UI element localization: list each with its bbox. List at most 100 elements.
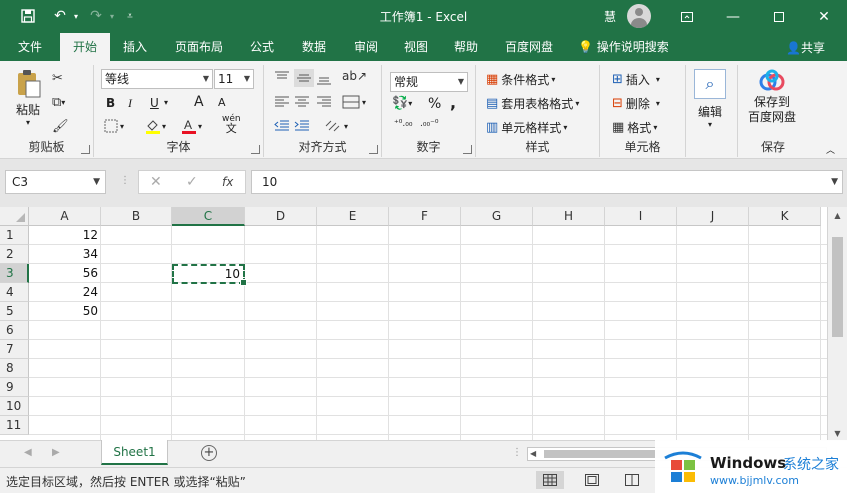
- vertical-scroll-thumb[interactable]: [832, 237, 843, 337]
- column-header-i[interactable]: I: [605, 207, 677, 226]
- cell-c3-selected[interactable]: 10: [172, 264, 247, 286]
- tab-baidu[interactable]: 百度网盘: [496, 33, 562, 61]
- align-left-icon[interactable]: [274, 95, 290, 109]
- alignment-launcher-icon[interactable]: [369, 145, 378, 154]
- grow-font-button[interactable]: A: [194, 94, 204, 110]
- tab-home[interactable]: 开始: [60, 33, 110, 61]
- format-cells-button[interactable]: ▦ 格式 ▾: [612, 119, 657, 136]
- customize-qa-icon[interactable]: ⩡: [120, 6, 140, 26]
- share-button[interactable]: 👤共享: [786, 39, 825, 56]
- column-header-d[interactable]: D: [245, 207, 317, 226]
- editing-button[interactable]: ⌕ 编辑 ▾: [694, 69, 726, 129]
- tab-page-layout[interactable]: 页面布局: [166, 33, 232, 61]
- format-as-table-button[interactable]: ▤ 套用表格格式 ▾: [486, 95, 579, 112]
- collapse-ribbon-icon[interactable]: ︿: [826, 143, 835, 156]
- row-header-4[interactable]: 4: [0, 283, 29, 302]
- borders-icon[interactable]: ▾: [104, 119, 124, 133]
- column-header-a[interactable]: A: [29, 207, 101, 226]
- cell-a3[interactable]: 56: [29, 264, 101, 283]
- row-header-9[interactable]: 9: [0, 378, 29, 397]
- save-to-baidu-button[interactable]: 保存到 百度网盘: [748, 69, 796, 125]
- number-format-select[interactable]: 常规 ▼: [390, 72, 468, 92]
- cell-a5[interactable]: 50: [29, 302, 101, 321]
- scroll-down-icon[interactable]: ▼: [828, 429, 847, 438]
- row-header-5[interactable]: 5: [0, 302, 29, 321]
- row-header-1[interactable]: 1: [0, 226, 29, 245]
- cut-icon[interactable]: ✂: [52, 71, 63, 86]
- number-launcher-icon[interactable]: [463, 145, 472, 154]
- decrease-decimal-icon[interactable]: .₀₀⁻⁰: [420, 119, 438, 129]
- font-launcher-icon[interactable]: [251, 145, 260, 154]
- tab-help[interactable]: 帮助: [444, 33, 488, 61]
- ribbon-display-icon[interactable]: [664, 0, 710, 33]
- close-icon[interactable]: ✕: [801, 0, 847, 33]
- align-bottom-icon[interactable]: [316, 71, 332, 85]
- cell-a4[interactable]: 24: [29, 283, 101, 302]
- insert-cells-button[interactable]: ⊞ 插入 ▾: [612, 71, 660, 88]
- normal-view-icon[interactable]: [536, 471, 564, 489]
- page-layout-view-icon[interactable]: [578, 471, 606, 489]
- vertical-scrollbar[interactable]: ▲ ▼: [827, 207, 847, 440]
- underline-button[interactable]: U: [150, 96, 159, 110]
- comma-button[interactable]: ,: [450, 93, 456, 112]
- row-header-3[interactable]: 3: [0, 264, 29, 283]
- decrease-indent-icon[interactable]: [274, 119, 290, 133]
- shrink-font-button[interactable]: A: [218, 96, 226, 109]
- expand-formula-icon[interactable]: ▼: [831, 171, 838, 193]
- copy-icon[interactable]: ⧉ ▾: [52, 95, 65, 110]
- tell-me-search[interactable]: 💡 操作说明搜索: [578, 33, 686, 61]
- align-middle-icon[interactable]: [294, 69, 314, 87]
- column-header-h[interactable]: H: [533, 207, 605, 226]
- column-header-k[interactable]: K: [749, 207, 821, 226]
- worksheet-grid[interactable]: A B C D E F G H I J K 1 2 3 4 5 6 7 8 9 …: [0, 207, 847, 440]
- bold-button[interactable]: B: [106, 96, 115, 110]
- cell-a2[interactable]: 34: [29, 245, 101, 264]
- align-center-icon[interactable]: [294, 95, 310, 109]
- minimize-icon[interactable]: —: [710, 0, 756, 33]
- tab-formulas[interactable]: 公式: [240, 33, 284, 61]
- maximize-icon[interactable]: [756, 0, 802, 33]
- formula-input[interactable]: 10 ▼: [251, 170, 843, 194]
- scroll-up-icon[interactable]: ▲: [828, 211, 847, 220]
- insert-function-icon[interactable]: fx: [222, 175, 233, 189]
- scroll-left-icon[interactable]: ◀: [530, 448, 536, 460]
- tab-review[interactable]: 审阅: [344, 33, 388, 61]
- tab-splitter-icon[interactable]: ⋮: [512, 447, 522, 458]
- italic-button[interactable]: I: [128, 96, 132, 111]
- column-header-c[interactable]: C: [172, 207, 245, 226]
- column-header-b[interactable]: B: [101, 207, 172, 226]
- font-size-select[interactable]: 11 ▼: [214, 69, 254, 89]
- wrap-text-icon[interactable]: ▾: [342, 95, 366, 109]
- currency-icon[interactable]: 💱 ▾: [392, 96, 412, 111]
- avatar[interactable]: [627, 4, 651, 28]
- splitter-icon[interactable]: ⋮: [120, 175, 130, 186]
- cell-styles-button[interactable]: ▥ 单元格样式 ▾: [486, 119, 567, 136]
- name-box[interactable]: C3 ▼: [5, 170, 106, 194]
- underline-dropdown-icon[interactable]: ▾: [164, 98, 168, 107]
- row-header-6[interactable]: 6: [0, 321, 29, 340]
- tab-view[interactable]: 视图: [394, 33, 438, 61]
- clipboard-launcher-icon[interactable]: [81, 145, 90, 154]
- tab-insert[interactable]: 插入: [112, 33, 158, 61]
- row-header-7[interactable]: 7: [0, 340, 29, 359]
- enter-icon[interactable]: ✓: [186, 174, 198, 190]
- row-header-2[interactable]: 2: [0, 245, 29, 264]
- row-header-8[interactable]: 8: [0, 359, 29, 378]
- cell-a1[interactable]: 12: [29, 226, 101, 245]
- sheet-tab-sheet1[interactable]: Sheet1: [101, 440, 168, 465]
- percent-button[interactable]: %: [428, 96, 441, 112]
- tab-file[interactable]: 文件: [4, 33, 56, 61]
- format-painter-icon[interactable]: 🖌: [52, 119, 69, 134]
- phonetic-button[interactable]: wén 文: [222, 115, 241, 135]
- row-header-11[interactable]: 11: [0, 416, 29, 435]
- fill-color-icon[interactable]: ▾: [144, 117, 166, 135]
- conditional-format-button[interactable]: ▦ 条件格式 ▾: [486, 71, 555, 88]
- column-header-f[interactable]: F: [389, 207, 461, 226]
- tab-data[interactable]: 数据: [292, 33, 336, 61]
- redo-dropdown-icon[interactable]: ▾: [102, 6, 122, 26]
- cancel-icon[interactable]: ✕: [150, 174, 162, 190]
- font-name-select[interactable]: 等线 ▼: [101, 69, 213, 89]
- column-header-e[interactable]: E: [317, 207, 389, 226]
- next-sheet-icon[interactable]: ▶: [52, 447, 60, 458]
- increase-decimal-icon[interactable]: ⁺⁰.₀₀: [394, 119, 412, 129]
